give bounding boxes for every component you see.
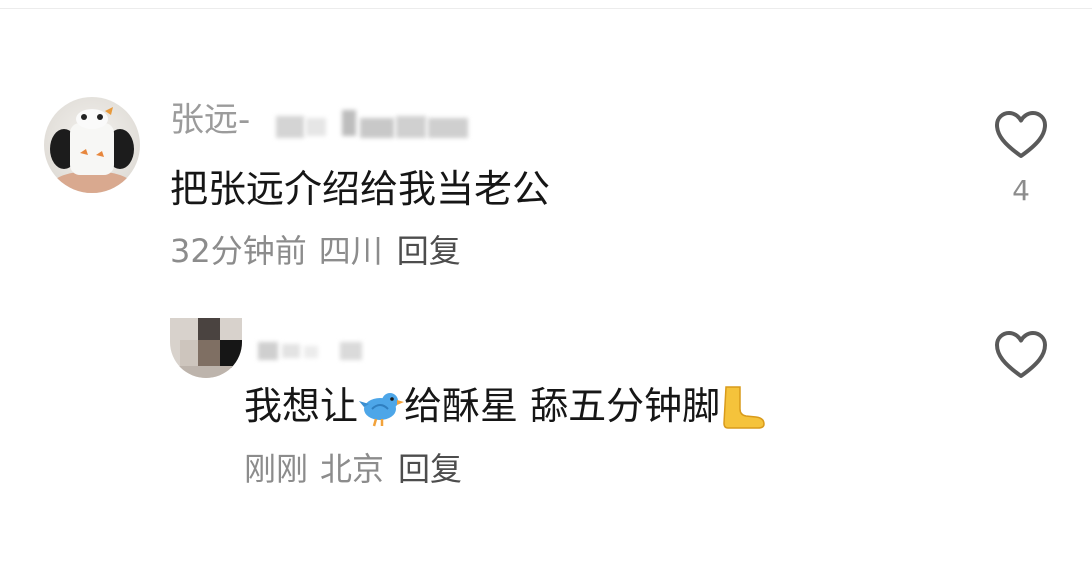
top-divider bbox=[0, 8, 1092, 9]
comment-text: 把张远介绍给我当老公 bbox=[170, 167, 551, 211]
reply-text-part1: 我想让 bbox=[244, 384, 359, 428]
like-button[interactable] bbox=[993, 107, 1049, 163]
heart-outline-icon bbox=[995, 331, 1047, 378]
comment-time: 32分钟前 bbox=[170, 232, 307, 270]
redacted-username bbox=[258, 338, 368, 362]
reply-text-part2: 给酥星 舔五分钟脚 bbox=[404, 384, 721, 428]
comment-author[interactable]: 张远- bbox=[170, 98, 250, 142]
like-count: 4 bbox=[1012, 174, 1030, 207]
reply-time: 刚刚 bbox=[244, 450, 309, 488]
comment-location: 四川 bbox=[318, 232, 383, 270]
heart-outline-icon bbox=[995, 111, 1047, 158]
avatar[interactable] bbox=[44, 97, 140, 193]
like-button[interactable] bbox=[993, 327, 1049, 383]
redacted-username bbox=[276, 108, 476, 138]
foot-emoji bbox=[720, 383, 766, 429]
reply-avatar[interactable] bbox=[170, 318, 242, 378]
reply-button[interactable]: 回复 bbox=[398, 450, 462, 488]
reply-text: 我想让 给酥星 舔五分钟脚 bbox=[244, 383, 766, 429]
comment-meta: 32分钟前 四川 回复 bbox=[170, 231, 461, 271]
reply-meta: 刚刚 北京 回复 bbox=[244, 449, 462, 489]
reply-location: 北京 bbox=[320, 450, 385, 488]
bird-emoji bbox=[358, 383, 405, 429]
reply-button[interactable]: 回复 bbox=[397, 232, 461, 270]
